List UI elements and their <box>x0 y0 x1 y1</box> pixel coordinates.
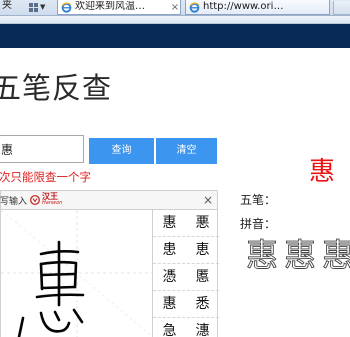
result-character: 惠 <box>309 157 336 187</box>
hanwon-brand: 汉王 Hanwon <box>42 193 62 207</box>
page-header-band <box>0 24 350 48</box>
candidate-char[interactable]: 恵 <box>186 237 219 264</box>
candidate-char[interactable]: 悪 <box>186 210 219 237</box>
handwriting-label: 写输入 <box>0 196 28 207</box>
limit-notice: 次只能限查一个字 <box>0 170 91 184</box>
hanwon-logo-icon <box>30 195 40 205</box>
candidate-char[interactable]: 急 <box>153 318 186 337</box>
candidate-row: 患 恵 <box>153 237 219 264</box>
candidate-row: 惠 悉 <box>153 291 219 318</box>
browser-toolbar-strip <box>0 16 350 24</box>
candidate-char[interactable]: 患 <box>153 237 186 264</box>
quick-tabs-button[interactable]: ▼ <box>29 1 55 14</box>
calligraphy-char: 惠 <box>284 236 316 274</box>
page-title: 五笔反查 <box>0 71 113 105</box>
query-button[interactable]: 查询 <box>89 138 154 164</box>
candidate-row: 急 潓 <box>153 318 219 337</box>
candidate-char[interactable]: 憑 <box>153 264 186 291</box>
ie-logo-icon <box>61 2 72 13</box>
brand-name-en: Hanwon <box>42 200 63 206</box>
browser-tab-1[interactable]: 欢迎来到风温… × <box>57 0 181 15</box>
handwriting-canvas[interactable] <box>0 210 152 337</box>
candidate-row: 惠 悪 <box>153 210 219 237</box>
calligraphy-char: 惠 <box>246 236 278 274</box>
character-input[interactable] <box>0 135 84 163</box>
ie-logo-icon <box>189 2 200 13</box>
new-tab-button[interactable] <box>333 1 350 15</box>
tab-title: http://www.ori… <box>203 1 284 12</box>
close-icon[interactable]: × <box>203 193 213 207</box>
candidate-list: 惠 悪 患 恵 憑 慝 惠 悉 急 潓 <box>152 210 219 337</box>
wubi-code-label: 五笔： <box>240 193 277 207</box>
handwriting-panel-header: 写输入 汉王 Hanwon × <box>0 190 218 210</box>
pinyin-label: 拼音： <box>240 217 277 231</box>
quick-tabs-icon <box>29 3 38 12</box>
brand-name: 汉王 <box>42 192 59 201</box>
browser-tab-2[interactable]: http://www.ori… <box>185 0 330 15</box>
candidate-char[interactable]: 潓 <box>186 318 219 337</box>
candidate-row: 憑 慝 <box>153 264 219 291</box>
candidate-char[interactable]: 悉 <box>186 291 219 318</box>
calligraphy-samples: 惠 惠 惠 <box>246 236 350 275</box>
browser-tab-bar: 夹 ▼ 欢迎来到风温… × http://www.ori… <box>0 0 350 16</box>
tab-title: 欢迎来到风温… <box>75 1 145 12</box>
chevron-down-icon: ▼ <box>40 3 46 11</box>
candidate-char[interactable]: 惠 <box>153 210 186 237</box>
calligraphy-char: 惠 <box>322 236 350 274</box>
handwriting-strokes <box>1 210 152 337</box>
candidate-char[interactable]: 惠 <box>153 291 186 318</box>
tab-close-icon[interactable]: × <box>170 2 180 13</box>
candidate-char[interactable]: 慝 <box>186 264 219 291</box>
clear-button[interactable]: 清空 <box>156 138 217 164</box>
tab-stub-label[interactable]: 夹 <box>0 0 26 15</box>
